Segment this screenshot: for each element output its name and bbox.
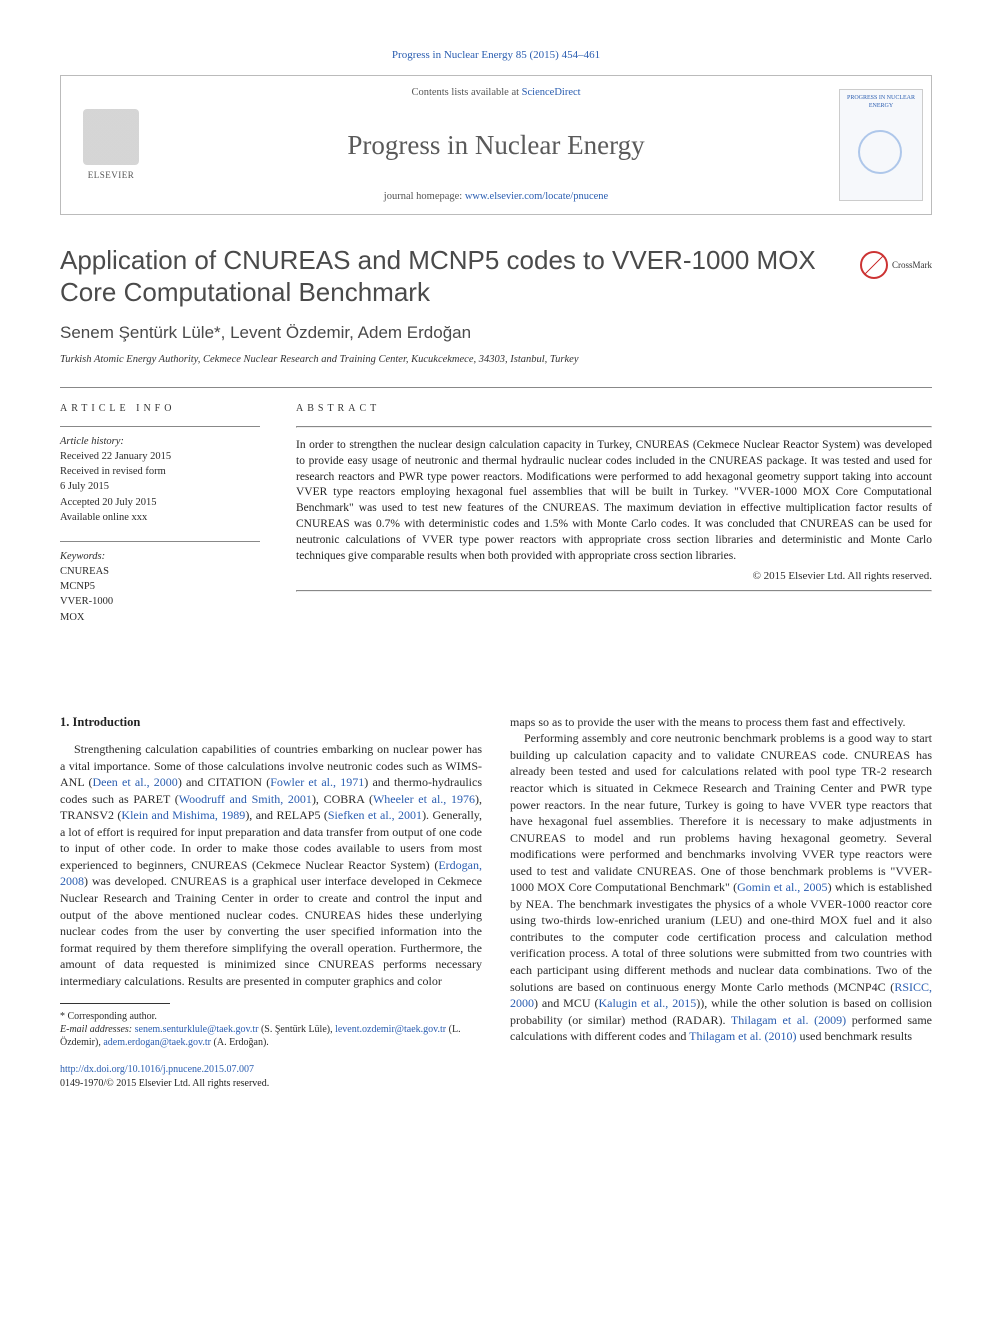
divider [60,426,260,427]
text-run: ) was developed. CNUREAS is a graphical … [60,874,482,987]
email-addresses: E-mail addresses: senem.senturklule@taek… [60,1023,482,1049]
citation-link[interactable]: Wheeler et al., 1976 [373,792,475,806]
intro-paragraph-1-continued: maps so as to provide the user with the … [510,714,932,731]
keyword: MCNP5 [60,580,260,594]
citation-link[interactable]: Thilagam et al. (2010) [689,1029,796,1043]
sciencedirect-link[interactable]: ScienceDirect [522,87,581,98]
citation-link[interactable]: Kalugin et al., 2015 [598,996,696,1010]
abstract-column: ABSTRACT In order to strengthen the nucl… [296,402,932,625]
corresponding-author-note: * Corresponding author. [60,1010,482,1023]
online-date: Available online xxx [60,511,260,525]
email-link[interactable]: adem.erdogan@taek.gov.tr [103,1037,211,1048]
text-run: (S. Şentürk Lüle), [258,1024,335,1035]
citation-link[interactable]: Thilagam et al. (2009) [731,1013,846,1027]
received-date: Received 22 January 2015 [60,450,260,464]
section-heading-introduction: 1. Introduction [60,714,482,731]
crossmark-badge[interactable]: CrossMark [860,251,932,279]
journal-header: ELSEVIER Contents lists available at Sci… [60,75,932,215]
contents-lists-line: Contents lists available at ScienceDirec… [411,86,580,100]
citation-link[interactable]: Deen et al., 2000 [92,775,177,789]
text-run: ), and RELAP5 ( [245,808,328,822]
citation-link[interactable]: Siefken et al., 2001 [328,808,422,822]
text-run: ), COBRA ( [312,792,373,806]
text-run: used benchmark results [796,1029,912,1043]
doi-block: http://dx.doi.org/10.1016/j.pnucene.2015… [60,1063,482,1091]
abstract-label: ABSTRACT [296,402,932,416]
homepage-link[interactable]: www.elsevier.com/locate/pnucene [465,191,608,202]
abstract-copyright: © 2015 Elsevier Ltd. All rights reserved… [296,569,932,584]
revised-date-line1: Received in revised form [60,465,260,479]
homepage-prefix: journal homepage: [384,191,465,202]
keywords-label: Keywords: [60,550,260,564]
journal-cover: PROGRESS IN NUCLEAR ENERGY [831,76,931,214]
article-info-label: ARTICLE INFO [60,402,260,416]
email-link[interactable]: levent.ozdemir@taek.gov.tr [335,1024,446,1035]
email-label: E-mail addresses: [60,1024,132,1035]
elsevier-tree-icon [83,109,139,165]
elsevier-logo: ELSEVIER [61,76,161,214]
crossmark-icon [860,251,888,279]
divider [60,387,932,388]
crossmark-label: CrossMark [892,259,932,271]
keyword: CNUREAS [60,565,260,579]
author-list: Senem Şentürk Lüle*, Levent Özdemir, Ade… [60,322,932,345]
intro-paragraph-2: Performing assembly and core neutronic b… [510,730,932,1044]
doi-link[interactable]: http://dx.doi.org/10.1016/j.pnucene.2015… [60,1064,254,1075]
cover-thumbnail: PROGRESS IN NUCLEAR ENERGY [839,89,923,201]
divider [296,426,932,428]
citation-link[interactable]: Klein and Mishima, 1989 [121,808,245,822]
keyword: MOX [60,611,260,625]
body-columns: 1. Introduction Strengthening calculatio… [60,714,932,1091]
article-title: Application of CNUREAS and MCNP5 codes t… [60,245,848,308]
contents-prefix: Contents lists available at [411,87,521,98]
abstract-text: In order to strengthen the nuclear desig… [296,438,932,565]
elsevier-text: ELSEVIER [88,169,135,181]
text-run: ) and CITATION ( [178,775,270,789]
citation-link[interactable]: Fowler et al., 1971 [270,775,364,789]
article-history-label: Article history: [60,435,260,449]
cover-title-text: PROGRESS IN NUCLEAR ENERGY [847,95,915,109]
text-run: (A. Erdoğan). [211,1037,269,1048]
text-run: Performing assembly and core neutronic b… [510,731,932,894]
revised-date-line2: 6 July 2015 [60,480,260,494]
citation-line: Progress in Nuclear Energy 85 (2015) 454… [60,48,932,63]
text-run: ) which is established by NEA. The bench… [510,880,932,993]
accepted-date: Accepted 20 July 2015 [60,496,260,510]
atom-icon [858,130,902,174]
article-info-column: ARTICLE INFO Article history: Received 2… [60,402,260,625]
email-link[interactable]: senem.senturklule@taek.gov.tr [135,1024,259,1035]
divider [60,541,260,542]
citation-link[interactable]: Gomin et al., 2005 [737,880,827,894]
intro-paragraph-1: Strengthening calculation capabilities o… [60,741,482,989]
text-run: ) and MCU ( [534,996,598,1010]
journal-name: Progress in Nuclear Energy [347,127,644,163]
header-center: Contents lists available at ScienceDirec… [161,76,831,214]
divider [296,590,932,592]
citation-link[interactable]: Woodruff and Smith, 2001 [179,792,312,806]
issn-copyright: 0149-1970/© 2015 Elsevier Ltd. All right… [60,1078,269,1089]
keyword: VVER-1000 [60,595,260,609]
footnote-separator [60,1003,170,1004]
affiliation: Turkish Atomic Energy Authority, Cekmece… [60,353,932,367]
homepage-line: journal homepage: www.elsevier.com/locat… [384,190,608,204]
